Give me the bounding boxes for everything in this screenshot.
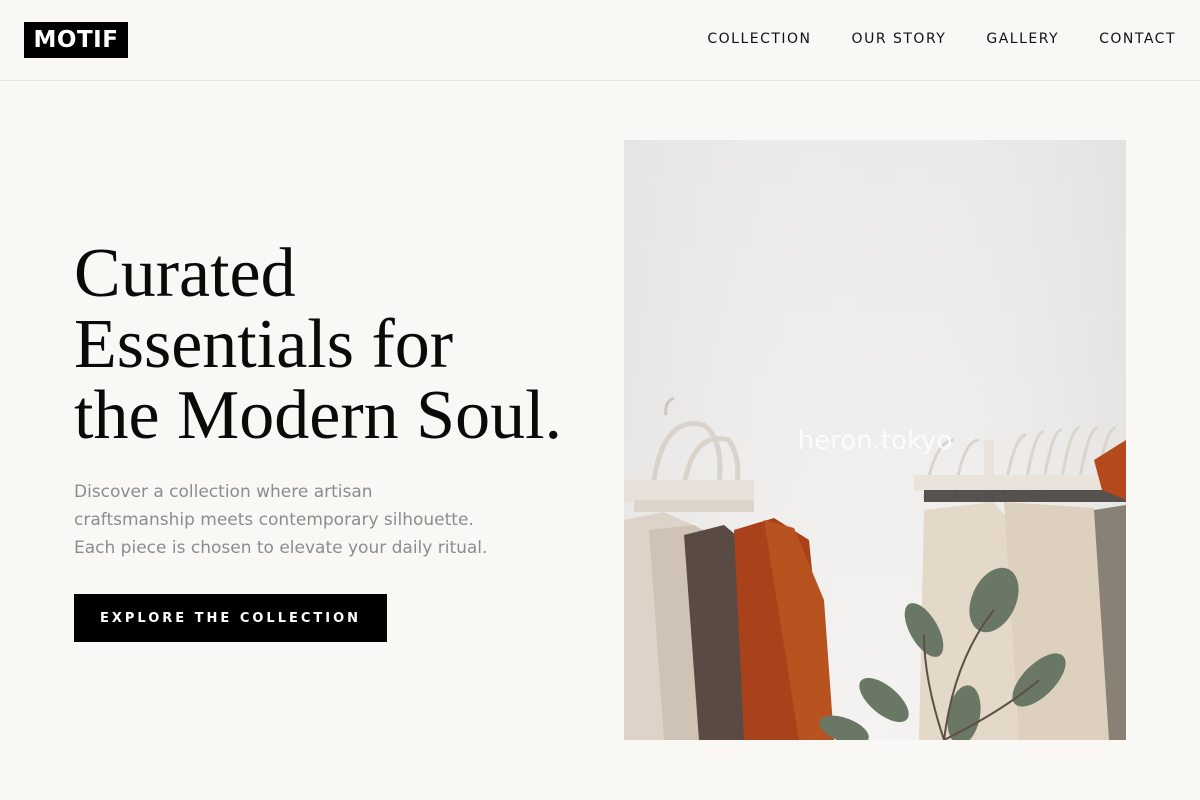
explore-collection-button[interactable]: EXPLORE THE COLLECTION (74, 594, 387, 642)
hero-description-line: Each piece is chosen to elevate your dai… (74, 538, 488, 558)
nav-item-collection[interactable]: COLLECTION (707, 30, 811, 48)
site-header: MOTIF COLLECTION OUR STORY GALLERY CONTA… (0, 0, 1200, 81)
hero-description-line: craftsmanship meets contemporary silhoue… (74, 510, 474, 530)
nav-item-our-story[interactable]: OUR STORY (852, 30, 947, 48)
hero-title-line: Curated (74, 235, 296, 312)
nav-item-contact[interactable]: CONTACT (1099, 30, 1176, 48)
nav-item-gallery[interactable]: GALLERY (986, 30, 1059, 48)
hero-title-line: Essentials for (74, 306, 454, 383)
hero-description-line: Discover a collection where artisan (74, 482, 373, 502)
hero-title-line: the Modern Soul. (74, 377, 563, 454)
hero-title: Curated Essentials for the Modern Soul. (74, 238, 614, 451)
hero-image: heron.tokyo (624, 140, 1126, 740)
brand-logo[interactable]: MOTIF (24, 22, 128, 58)
main-nav: COLLECTION OUR STORY GALLERY CONTACT (707, 30, 1176, 48)
image-watermark: heron.tokyo (797, 426, 953, 456)
hero-description: Discover a collection where artisan craf… (74, 478, 534, 562)
